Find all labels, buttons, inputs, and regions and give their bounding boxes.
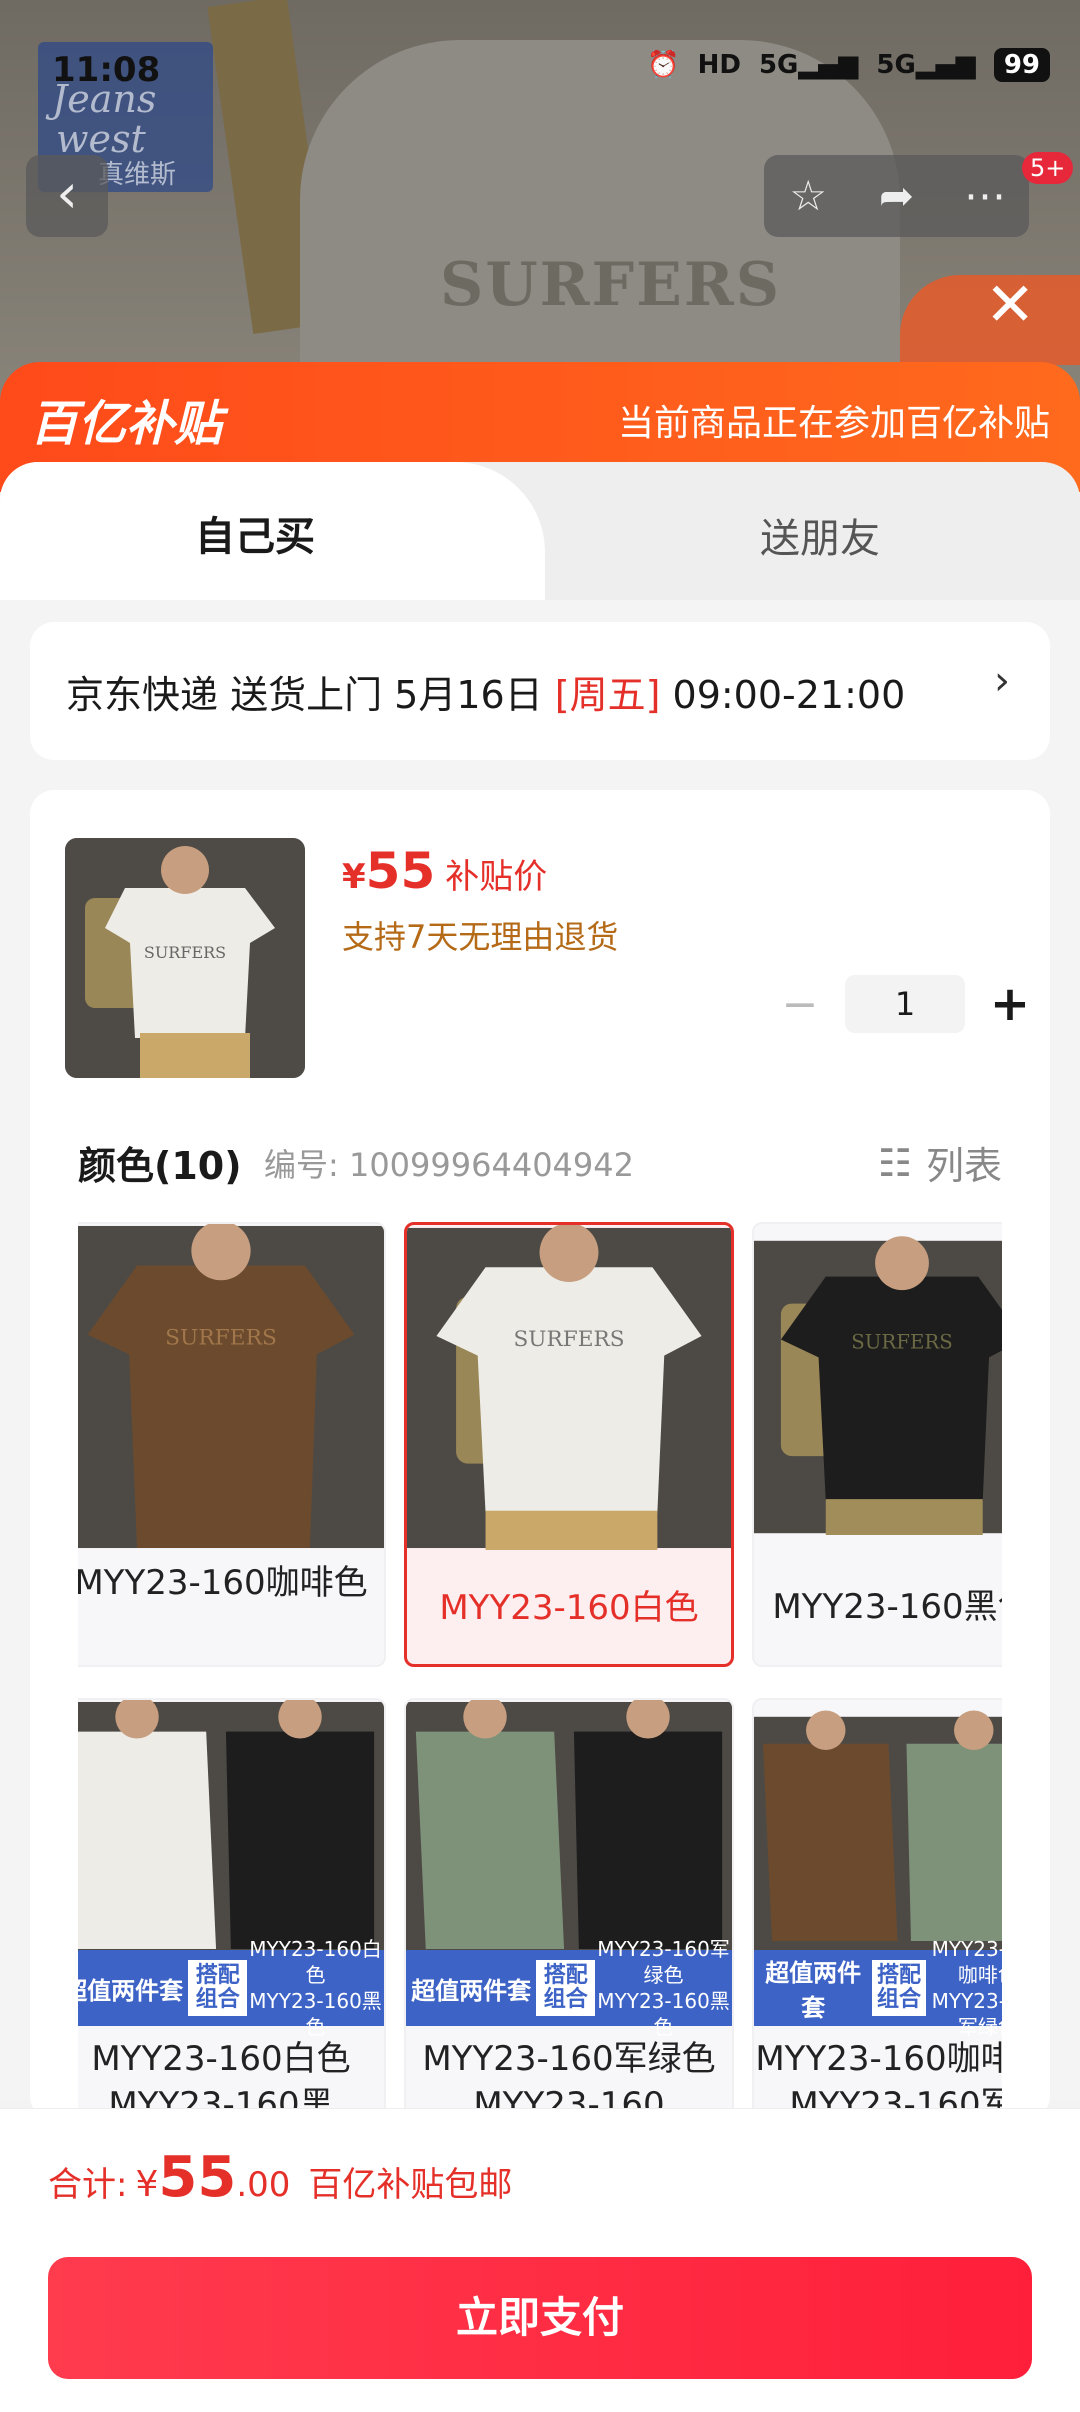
- quantity-stepper: − 1 +: [770, 975, 1040, 1033]
- color-option-brown-green-set[interactable]: 超值两件套 搭配组合 MYY23-160咖啡色MYY23-160军绿色 MYY2…: [752, 1698, 1002, 2120]
- color-option-brown[interactable]: SURFERS MYY23-160咖啡色: [78, 1222, 386, 1667]
- chevron-left-icon: ‹: [56, 162, 78, 225]
- color-option-white-selected[interactable]: SURFERS MYY23-160白色: [404, 1222, 734, 1667]
- svg-text:SURFERS: SURFERS: [513, 1327, 624, 1352]
- product-thumbnail: SURFERS: [65, 838, 305, 1078]
- sku-number: 编号: 10099964404942: [264, 1146, 634, 1184]
- combo-tag: 超值两件套 搭配组合 MYY23-160白色MYY23-160黑色: [78, 1937, 384, 2039]
- combo-tag: 超值两件套 搭配组合 MYY23-160军绿色 MYY23-160黑色: [406, 1937, 732, 2039]
- option-image: SURFERS: [78, 1224, 384, 1549]
- delivery-day: [周五]: [554, 673, 661, 717]
- subsidy-brand: 百亿补贴: [30, 396, 223, 452]
- option-image: SURFERS: [754, 1236, 1002, 1535]
- order-total: 合计: ¥ 55 .00 百亿补贴包邮: [48, 2145, 513, 2210]
- chevron-right-icon: ›: [994, 658, 1010, 704]
- svg-text:SURFERS: SURFERS: [851, 1330, 952, 1353]
- purchase-tabs: 自己买 送朋友: [0, 462, 1080, 602]
- color-option-black[interactable]: SURFERS MYY23-160黑色: [752, 1222, 1002, 1667]
- tab-friend[interactable]: 送朋友: [760, 506, 880, 564]
- subsidy-note: 当前商品正在参加百亿补贴: [617, 403, 1050, 444]
- color-option-green-black-set[interactable]: 超值两件套 搭配组合 MYY23-160军绿色 MYY23-160黑色 MYY23…: [404, 1698, 734, 2120]
- signal-5g-icon-2: 5G▂▄▆: [876, 50, 976, 80]
- message-badge: 5+: [1022, 152, 1074, 184]
- option-label: MYY23-160白色: [439, 1588, 699, 1628]
- option-label: MYY23-160咖啡色: [78, 1563, 368, 1603]
- delivery-text: 京东快递 送货上门 5月16日: [66, 673, 555, 717]
- battery-icon: 99: [993, 48, 1050, 82]
- color-grid: SURFERS MYY23-160咖啡色 SURFERS MYY23-160白色: [78, 1222, 1002, 2120]
- shipping-note: 百亿补贴包邮: [308, 2165, 513, 2205]
- minus-icon[interactable]: −: [770, 979, 830, 1030]
- quantity-value[interactable]: 1: [845, 975, 965, 1033]
- hd-icon: HD: [697, 50, 741, 80]
- list-view-toggle[interactable]: ☷ 列表: [878, 1135, 1002, 1190]
- status-bar: 11:08 ⏰ HD 5G▂▄▆ 5G▂▄▆ 99: [0, 40, 1080, 100]
- option-image: SURFERS: [407, 1225, 731, 1550]
- product-card: SURFERS ¥55 补贴价 支持7天无理由退货 − 1 + 颜色(10) 编号…: [30, 790, 1050, 2120]
- star-icon[interactable]: ☆: [764, 155, 852, 237]
- tab-self[interactable]: 自己买: [0, 462, 545, 602]
- return-policy: 支持7天无理由退货: [342, 918, 619, 956]
- plus-icon[interactable]: +: [980, 976, 1040, 1032]
- signal-5g-icon: 5G▂▄▆: [758, 50, 859, 80]
- list-icon: ☷: [877, 1140, 912, 1185]
- color-option-white-black-set[interactable]: 超值两件套 搭配组合 MYY23-160白色MYY23-160黑色 MYY23-…: [78, 1698, 386, 2120]
- close-icon[interactable]: ✕: [985, 270, 1035, 340]
- pay-now-button[interactable]: 立即支付: [48, 2257, 1032, 2379]
- svg-text:SURFERS: SURFERS: [165, 1326, 277, 1351]
- svg-text:SURFERS: SURFERS: [144, 943, 226, 962]
- more-icon[interactable]: ⋯: [941, 155, 1029, 237]
- share-icon[interactable]: ➦: [852, 155, 940, 237]
- color-header: 颜色(10): [78, 1144, 242, 1188]
- checkout-footer: 合计: ¥ 55 .00 百亿补贴包邮 立即支付: [0, 2108, 1080, 2412]
- subsidy-price: ¥55 补贴价: [342, 842, 548, 900]
- option-label: MYY23-160黑色: [772, 1587, 1002, 1627]
- delivery-row[interactable]: 京东快递 送货上门 5月16日 [周五] 09:00-21:00 ›: [30, 622, 1050, 760]
- delivery-window: 09:00-21:00: [660, 673, 906, 717]
- top-action-group: ☆ ➦ ⋯: [764, 155, 1029, 237]
- alarm-icon: ⏰: [647, 50, 680, 80]
- combo-tag: 超值两件套 搭配组合 MYY23-160咖啡色MYY23-160军绿色: [754, 1937, 1002, 2039]
- status-time: 11:08: [52, 50, 161, 90]
- back-button[interactable]: ‹: [26, 155, 108, 237]
- shirt-print: SURFERS: [440, 250, 782, 320]
